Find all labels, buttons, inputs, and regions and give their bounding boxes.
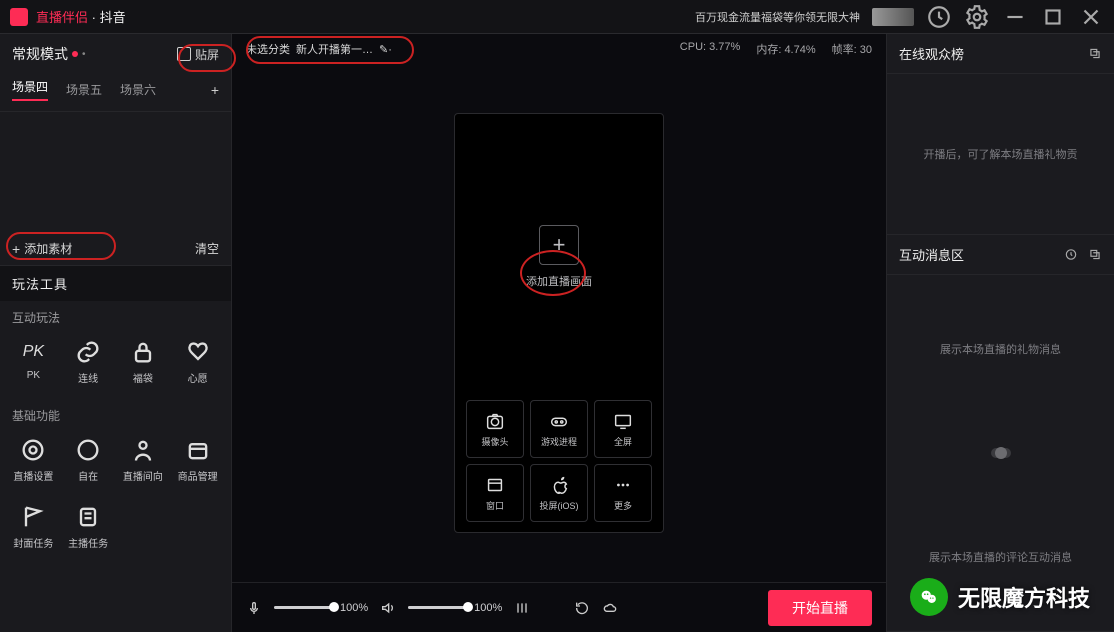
lock-icon	[129, 338, 157, 366]
stat-cpu: CPU: 3.77%	[680, 41, 741, 57]
wechat-icon	[910, 578, 948, 616]
heart-icon	[184, 338, 212, 366]
tool-pk[interactable]: PKPK	[8, 332, 59, 391]
clock-small-icon[interactable]	[1064, 246, 1078, 263]
refresh-icon[interactable]	[574, 600, 590, 616]
task-icon	[74, 503, 102, 531]
source-window[interactable]: 窗口	[466, 464, 524, 522]
orientation-icon	[177, 47, 191, 61]
edit-icon[interactable]: ✎·	[379, 43, 392, 56]
close-icon[interactable]	[1078, 4, 1104, 30]
popout-icon[interactable]	[1088, 45, 1102, 62]
tools-header: 玩法工具	[0, 266, 231, 301]
preview-frame: + 添加直播画面 摄像头 游戏进程 全屏 窗口 投屏(iOS) 更多	[454, 113, 664, 533]
scene-tab-3[interactable]: 场景六	[120, 81, 156, 98]
speaker-slider[interactable]: 100%	[408, 602, 502, 614]
msg-hint: 展示本场直播的评论互动消息	[897, 549, 1104, 565]
camera-icon	[484, 410, 506, 432]
add-source-label: 添加直播画面	[526, 273, 592, 289]
flag-icon	[19, 503, 47, 531]
title-bar: 直播伴侣 · 抖音 百万现金流量福袋等你领无限大神	[0, 0, 1114, 34]
sub1: 互动玩法	[0, 301, 231, 332]
tool-cover-task[interactable]: 封面任务	[8, 497, 59, 556]
mic-slider[interactable]: 100%	[274, 602, 368, 614]
scene-tabs: 场景四 场景五 场景六 +	[0, 72, 231, 112]
scene-tab-1[interactable]: 场景四	[12, 78, 48, 101]
person-icon	[129, 436, 157, 464]
eq-icon[interactable]	[514, 600, 530, 616]
gift-hint: 展示本场直播的礼物消息	[897, 341, 1104, 357]
apple-icon	[548, 474, 570, 496]
scene-tab-2[interactable]: 场景五	[66, 81, 102, 98]
start-stream-button[interactable]: 开始直播	[768, 590, 872, 626]
plus-icon: +	[12, 241, 20, 257]
popout2-icon[interactable]	[1088, 246, 1102, 263]
watermark: 无限魔方科技	[910, 578, 1090, 616]
tool-lucky-bag[interactable]: 福袋	[118, 332, 169, 391]
gear-icon	[19, 436, 47, 464]
mic-icon[interactable]	[246, 600, 262, 616]
clear-button[interactable]: 清空	[195, 240, 219, 257]
tool-link[interactable]: 连线	[63, 332, 114, 391]
stat-fps: 帧率: 30	[832, 41, 872, 57]
settings-icon[interactable]	[964, 4, 990, 30]
tool-self[interactable]: 自在	[63, 430, 114, 489]
app-logo-icon	[10, 8, 28, 26]
audience-empty: 开播后，可了解本场直播礼物贡	[887, 74, 1114, 234]
maximize-icon[interactable]	[1040, 4, 1066, 30]
promo-text: 百万现金流量福袋等你领无限大神	[695, 9, 860, 25]
source-game[interactable]: 游戏进程	[530, 400, 588, 458]
stream-category[interactable]: 未选分类	[246, 41, 290, 57]
minimize-icon[interactable]	[1002, 4, 1028, 30]
add-scene-button[interactable]: +	[211, 82, 219, 98]
add-source-button[interactable]: +	[539, 225, 579, 265]
gamepad-icon	[548, 410, 570, 432]
cloud-icon[interactable]	[602, 600, 618, 616]
tool-wish[interactable]: 心愿	[172, 332, 223, 391]
source-more[interactable]: 更多	[594, 464, 652, 522]
source-ios-cast[interactable]: 投屏(iOS)	[530, 464, 588, 522]
monitor-icon	[612, 410, 634, 432]
stat-mem: 内存: 4.74%	[756, 41, 815, 57]
tool-host-task[interactable]: 主播任务	[63, 497, 114, 556]
mode-title: 常规模式•	[12, 44, 86, 64]
source-fullscreen[interactable]: 全屏	[594, 400, 652, 458]
sidebar: 常规模式• 贴屏 场景四 场景五 场景六 + +添加素材 清空 玩法工具 互动玩…	[0, 34, 232, 632]
pk-icon: PK	[19, 338, 47, 366]
more-icon	[612, 474, 634, 496]
user-avatar[interactable]	[872, 8, 914, 26]
tool-room[interactable]: 直播间向	[118, 430, 169, 489]
box-icon	[184, 436, 212, 464]
tool-products[interactable]: 商品管理	[172, 430, 223, 489]
stream-title[interactable]: 新人开播第一…	[296, 41, 373, 57]
switch-orientation-button[interactable]: 贴屏	[177, 46, 219, 63]
interact-title: 互动消息区	[899, 245, 964, 264]
divider-handle[interactable]	[991, 448, 1011, 458]
clock-icon[interactable]	[926, 4, 952, 30]
circle-icon	[74, 436, 102, 464]
window-icon	[484, 474, 506, 496]
sub2: 基础功能	[0, 399, 231, 430]
tool-live-settings[interactable]: 直播设置	[8, 430, 59, 489]
add-material-button[interactable]: +添加素材	[12, 240, 72, 257]
app-name: 直播伴侣 · 抖音	[36, 7, 126, 26]
audience-title: 在线观众榜	[899, 44, 964, 63]
link-icon	[74, 338, 102, 366]
right-panel: 在线观众榜 开播后，可了解本场直播礼物贡 互动消息区 展示本场直播的礼物消息 展…	[886, 34, 1114, 632]
source-camera[interactable]: 摄像头	[466, 400, 524, 458]
speaker-icon[interactable]	[380, 600, 396, 616]
center-panel: 未选分类 新人开播第一… ✎· CPU: 3.77% 内存: 4.74% 帧率:…	[232, 34, 886, 632]
